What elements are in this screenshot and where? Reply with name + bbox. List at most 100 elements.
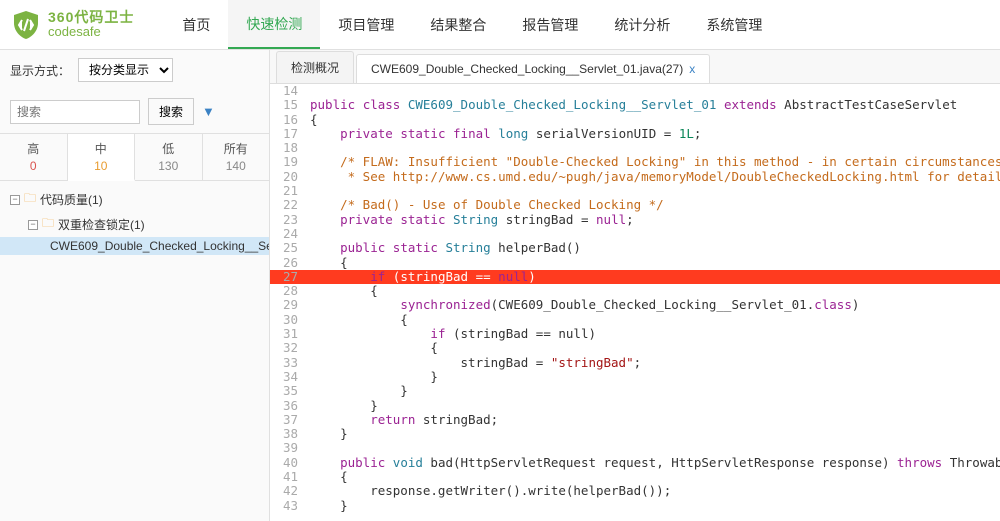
stat-value: 10 (68, 159, 135, 173)
line-number: 31 (270, 327, 306, 341)
tree-leaf[interactable]: CWE609_Double_Checked_Locking__Servlet_0… (0, 237, 269, 255)
code-line: 24 (270, 227, 1000, 241)
code-line: 16{ (270, 113, 1000, 127)
tree-label: 代码质量(1) (40, 191, 103, 208)
code-line: 14 (270, 84, 1000, 98)
code-line: 29 synchronized(CWE609_Double_Checked_Lo… (270, 298, 1000, 312)
code-line: 26 { (270, 256, 1000, 270)
folder-icon: 🗀 (24, 189, 36, 210)
line-number: 41 (270, 470, 306, 484)
code-line: 38 } (270, 427, 1000, 441)
code-text: public static String helperBad() (306, 241, 1000, 255)
brand-name-cn: 360代码卫士 (48, 10, 134, 25)
collapse-icon[interactable]: − (10, 195, 20, 205)
code-line: 21 (270, 184, 1000, 198)
line-number: 42 (270, 484, 306, 498)
stat-value: 0 (0, 159, 67, 173)
nav-item[interactable]: 系统管理 (688, 0, 780, 49)
code-text: { (306, 113, 1000, 127)
tab-file[interactable]: CWE609_Double_Checked_Locking__Servlet_0… (356, 54, 710, 83)
stat-value: 140 (203, 159, 270, 173)
code-text: } (306, 384, 1000, 398)
stat-label: 中 (68, 140, 135, 157)
code-line: 20 * See http://www.cs.umd.edu/~pugh/jav… (270, 170, 1000, 184)
line-number: 17 (270, 127, 306, 141)
code-text: /* FLAW: Insufficient "Double-Checked Lo… (306, 155, 1000, 169)
stat-cell[interactable]: 高0 (0, 134, 68, 180)
line-number: 43 (270, 499, 306, 513)
line-number: 20 (270, 170, 306, 184)
code-line: 18 (270, 141, 1000, 155)
line-number: 21 (270, 184, 306, 198)
line-number: 32 (270, 341, 306, 355)
nav-item[interactable]: 快速检测 (228, 0, 320, 49)
code-viewer[interactable]: 1415public class CWE609_Double_Checked_L… (270, 84, 1000, 521)
tree-root[interactable]: − 🗀 代码质量(1) (0, 187, 269, 212)
code-text: private static String stringBad = null; (306, 213, 1000, 227)
code-line: 15public class CWE609_Double_Checked_Loc… (270, 98, 1000, 112)
issue-tree: − 🗀 代码质量(1) − 🗀 双重检查锁定(1) CWE609_Double_… (0, 181, 269, 261)
search-input[interactable] (10, 100, 140, 124)
code-text: synchronized(CWE609_Double_Checked_Locki… (306, 298, 1000, 312)
line-number: 18 (270, 141, 306, 155)
code-line: 27 if (stringBad == null) (270, 270, 1000, 284)
nav-item[interactable]: 报告管理 (504, 0, 596, 49)
line-number: 14 (270, 84, 306, 98)
nav-item[interactable]: 首页 (164, 0, 228, 49)
line-number: 24 (270, 227, 306, 241)
line-number: 35 (270, 384, 306, 398)
code-text: if (stringBad == null) (306, 327, 1000, 341)
stat-cell[interactable]: 所有 140 (203, 134, 270, 180)
line-number: 23 (270, 213, 306, 227)
main-panel: 检测概况 CWE609_Double_Checked_Locking__Serv… (270, 50, 1000, 521)
line-number: 29 (270, 298, 306, 312)
line-number: 33 (270, 356, 306, 370)
code-text: public class CWE609_Double_Checked_Locki… (306, 98, 1000, 112)
search-button[interactable]: 搜索 (148, 98, 194, 125)
code-line: 31 if (stringBad == null) (270, 327, 1000, 341)
code-text: } (306, 370, 1000, 384)
editor-tabs: 检测概况 CWE609_Double_Checked_Locking__Serv… (270, 50, 1000, 84)
main-nav: 首页快速检测项目管理结果整合报告管理统计分析系统管理 (164, 0, 780, 49)
filter-icon[interactable]: ▼ (202, 104, 215, 119)
nav-item[interactable]: 统计分析 (596, 0, 688, 49)
code-text (306, 441, 1000, 455)
stat-label: 所有 (203, 140, 270, 157)
code-line: 41 { (270, 470, 1000, 484)
code-line: 17 private static final long serialVersi… (270, 127, 1000, 141)
tree-label: 双重检查锁定(1) (58, 216, 145, 233)
stat-cell[interactable]: 中 10 (68, 134, 136, 181)
code-line: 32 { (270, 341, 1000, 355)
line-number: 39 (270, 441, 306, 455)
code-line: 22 /* Bad() - Use of Double Checked Lock… (270, 198, 1000, 212)
collapse-icon[interactable]: − (28, 220, 38, 230)
line-number: 16 (270, 113, 306, 127)
tree-label: CWE609_Double_Checked_Locking__Servlet_0… (50, 239, 270, 253)
tab-overview[interactable]: 检测概况 (276, 51, 354, 83)
display-mode-select[interactable]: 按分类显示 (78, 58, 173, 82)
code-line: 37 return stringBad; (270, 413, 1000, 427)
code-text: } (306, 399, 1000, 413)
nav-item[interactable]: 项目管理 (320, 0, 412, 49)
line-number: 22 (270, 198, 306, 212)
code-text: { (306, 313, 1000, 327)
code-text: { (306, 284, 1000, 298)
code-text (306, 84, 1000, 98)
code-text (306, 184, 1000, 198)
tab-label: 检测概况 (291, 59, 339, 76)
line-number: 28 (270, 284, 306, 298)
stat-label: 高 (0, 140, 67, 157)
stat-cell[interactable]: 低130 (135, 134, 203, 180)
line-number: 30 (270, 313, 306, 327)
code-text (306, 227, 1000, 241)
code-line: 28 { (270, 284, 1000, 298)
close-icon[interactable]: x (689, 62, 695, 76)
code-line: 30 { (270, 313, 1000, 327)
code-line: 19 /* FLAW: Insufficient "Double-Checked… (270, 155, 1000, 169)
nav-item[interactable]: 结果整合 (412, 0, 504, 49)
tree-child[interactable]: − 🗀 双重检查锁定(1) (0, 212, 269, 237)
sidebar: 显示方式： 按分类显示 搜索 ▼ 高0中10低130所有140 − 🗀 代码质量… (0, 50, 270, 521)
line-number: 36 (270, 399, 306, 413)
line-number: 27 (270, 270, 306, 284)
line-number: 38 (270, 427, 306, 441)
